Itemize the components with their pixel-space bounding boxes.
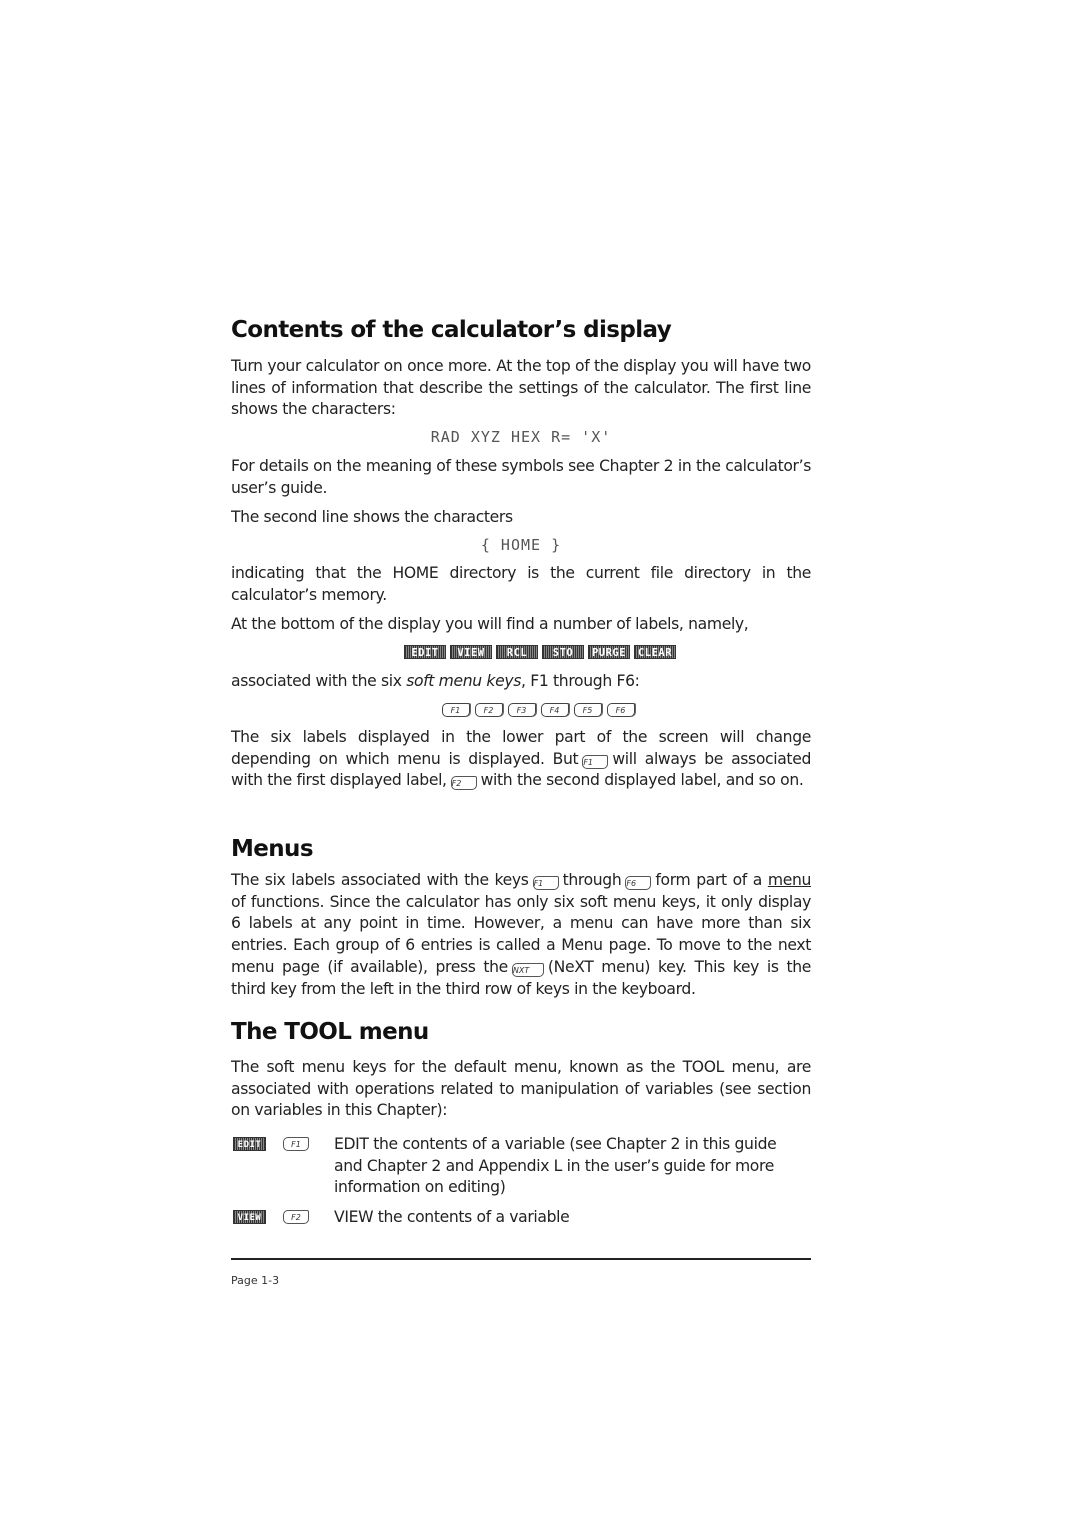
- soft-label-view: VIEW: [450, 645, 492, 659]
- soft-label-purge: PURGE: [588, 645, 630, 659]
- f1-key-icon: F1: [283, 1137, 309, 1151]
- soft-label-clear: CLEAR: [634, 645, 676, 659]
- lcd-status-line-1: RAD XYZ HEX R= 'X': [430, 428, 612, 446]
- tool-item-description: VIEW the contents of a variable: [334, 1208, 570, 1226]
- soft-label-edit: EDIT: [233, 1137, 266, 1151]
- f1-key-icon: F1: [532, 876, 559, 890]
- labels-change-text-c: with the second displayed label, and so …: [480, 771, 804, 790]
- f2-key-icon: F2: [474, 703, 503, 717]
- section-heading-menus: Menus: [231, 836, 314, 862]
- nxt-key-icon: NXT: [511, 962, 544, 977]
- soft-label-sto: STO: [542, 645, 584, 659]
- display-intro-paragraph: Turn your calculator on once more. At th…: [231, 357, 811, 419]
- home-directory-paragraph: indicating that the HOME directory is th…: [231, 564, 811, 604]
- tool-item-description: EDIT the contents of a variable (see Cha…: [334, 1135, 777, 1197]
- f3-key-icon: F3: [507, 703, 536, 717]
- f1-key-icon: F1: [582, 754, 609, 769]
- f6-key-icon: F6: [625, 876, 652, 890]
- soft-keys-paragraph: associated with the six soft menu keys, …: [231, 671, 811, 693]
- soft-label-edit: EDIT: [404, 645, 446, 659]
- section-heading-display: Contents of the calculator’s display: [231, 317, 672, 343]
- menus-text-b: through: [562, 871, 622, 889]
- soft-keys-text-post: , F1 through F6:: [521, 672, 640, 690]
- f2-key-icon: F2: [283, 1210, 309, 1224]
- labels-intro-paragraph: At the bottom of the display you will fi…: [231, 615, 749, 633]
- menus-text-a: The six labels associated with the keys: [231, 871, 529, 889]
- f2-key-icon: F2: [450, 776, 477, 791]
- soft-keys-text-pre: associated with the six: [231, 672, 407, 690]
- menus-paragraph: The six labels associated with the keys F…: [231, 870, 811, 1000]
- f5-key-icon: F5: [573, 703, 602, 717]
- display-details-paragraph: For details on the meaning of these symb…: [231, 457, 811, 497]
- menu-term-underlined: menu: [767, 871, 812, 889]
- menus-text-c: form part of a: [655, 871, 762, 889]
- f6-key-icon: F6: [606, 703, 635, 717]
- soft-label-view: VIEW: [233, 1210, 266, 1224]
- f1-key-icon: F1: [441, 703, 470, 717]
- page-number: Page 1-3: [231, 1274, 280, 1287]
- labels-change-paragraph: The six labels displayed in the lower pa…: [231, 727, 811, 792]
- function-keys-row: F1 F2 F3 F4 F5 F6: [231, 703, 811, 717]
- footer-rule: [231, 1258, 811, 1260]
- soft-menu-labels: EDIT VIEW RCL STO PURGE CLEAR: [231, 645, 811, 659]
- tool-menu-paragraph: The soft menu keys for the default menu,…: [231, 1058, 811, 1120]
- soft-label-rcl: RCL: [496, 645, 538, 659]
- soft-keys-term: soft menu keys: [406, 672, 522, 690]
- display-second-line-paragraph: The second line shows the characters: [231, 508, 513, 526]
- f4-key-icon: F4: [540, 703, 569, 717]
- section-heading-tool-menu: The TOOL menu: [231, 1019, 429, 1045]
- lcd-status-line-2: { HOME }: [480, 536, 562, 554]
